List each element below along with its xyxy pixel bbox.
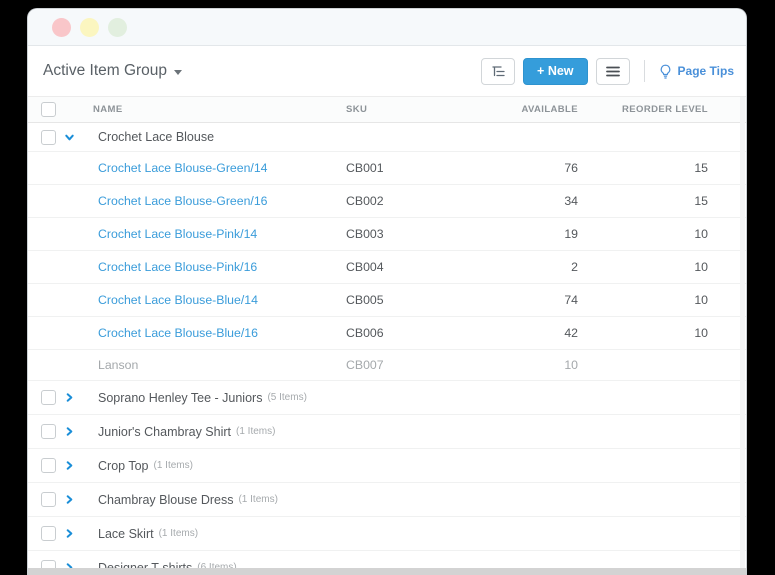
- sku-cell: CB004: [346, 260, 384, 274]
- available-cell: 19: [564, 227, 578, 241]
- row-checkbox[interactable]: [41, 458, 56, 473]
- sku-cell: CB002: [346, 194, 384, 208]
- item-variant-link[interactable]: Crochet Lace Blouse-Blue/16: [98, 326, 258, 340]
- item-variant-row[interactable]: Crochet Lace Blouse-Pink/14 CB003 19 10: [28, 218, 746, 251]
- column-header-sku[interactable]: SKU: [346, 104, 463, 115]
- item-variant-row[interactable]: Crochet Lace Blouse-Blue/16 CB006 42 10: [28, 317, 746, 350]
- item-variant-link[interactable]: Crochet Lace Blouse-Green/14: [98, 161, 268, 175]
- group-name[interactable]: Soprano Henley Tee - Juniors: [98, 391, 262, 405]
- available-cell: 2: [571, 260, 578, 274]
- chevron-down-icon[interactable]: [64, 132, 75, 143]
- group-name[interactable]: Crop Top: [98, 459, 149, 473]
- available-cell: 76: [564, 161, 578, 175]
- available-cell: 34: [564, 194, 578, 208]
- window-close-button[interactable]: [52, 18, 71, 37]
- page-tips-link[interactable]: Page Tips: [659, 64, 734, 79]
- sku-cell: CB005: [346, 293, 384, 307]
- tree-outline-icon: [491, 65, 506, 78]
- select-all-checkbox[interactable]: [41, 102, 56, 117]
- group-item-count: (1 Items): [236, 426, 275, 437]
- chevron-right-icon[interactable]: [64, 426, 75, 437]
- toolbar-divider: [644, 60, 645, 82]
- group-item-count: (1 Items): [154, 460, 193, 471]
- item-variant-row[interactable]: Crochet Lace Blouse-Green/14 CB001 76 15: [28, 152, 746, 185]
- list-view-menu-button[interactable]: [596, 58, 630, 85]
- sku-cell: CB006: [346, 326, 384, 340]
- page-title-dropdown[interactable]: Active Item Group: [43, 62, 182, 80]
- group-item-count: (1 Items): [159, 528, 198, 539]
- item-variant-link[interactable]: Crochet Lace Blouse-Pink/14: [98, 227, 257, 241]
- item-variant-link[interactable]: Crochet Lace Blouse-Pink/16: [98, 260, 257, 274]
- column-header-available[interactable]: AVAILABLE: [463, 104, 578, 115]
- group-name[interactable]: Lace Skirt: [98, 527, 154, 541]
- page-tips-label: Page Tips: [678, 64, 734, 78]
- page-toolbar: Active Item Group + New: [28, 46, 746, 96]
- chevron-right-icon[interactable]: [64, 460, 75, 471]
- row-checkbox[interactable]: [41, 492, 56, 507]
- column-header-reorder-level[interactable]: REORDER LEVEL: [578, 104, 746, 115]
- group-name[interactable]: Chambray Blouse Dress: [98, 493, 233, 507]
- item-variant-row[interactable]: Crochet Lace Blouse-Pink/16 CB004 2 10: [28, 251, 746, 284]
- group-item-count: (1 Items): [238, 494, 277, 505]
- sku-cell: CB001: [346, 161, 384, 175]
- sku-cell: CB003: [346, 227, 384, 241]
- new-button[interactable]: + New: [523, 58, 587, 85]
- reorder-level-cell: 10: [694, 227, 708, 241]
- item-name: Lanson: [98, 358, 138, 372]
- chevron-right-icon[interactable]: [64, 494, 75, 505]
- item-group-list: Crochet Lace Blouse Crochet Lace Blouse-G…: [28, 123, 746, 575]
- item-group-row-collapsed[interactable]: Soprano Henley Tee - Juniors (5 Items): [28, 381, 746, 415]
- item-group-row-collapsed[interactable]: Junior's Chambray Shirt (1 Items): [28, 415, 746, 449]
- available-cell: 74: [564, 293, 578, 307]
- row-checkbox[interactable]: [41, 526, 56, 541]
- chevron-right-icon[interactable]: [64, 528, 75, 539]
- row-checkbox[interactable]: [41, 390, 56, 405]
- window-minimize-button[interactable]: [80, 18, 99, 37]
- window-titlebar: [28, 9, 746, 46]
- hamburger-icon: [606, 66, 620, 77]
- group-name[interactable]: Crochet Lace Blouse: [98, 130, 214, 144]
- item-variant-row[interactable]: Crochet Lace Blouse-Green/16 CB002 34 15: [28, 185, 746, 218]
- reorder-level-cell: 15: [694, 161, 708, 175]
- available-cell: 10: [564, 358, 578, 372]
- reorder-level-cell: 15: [694, 194, 708, 208]
- item-variant-row-inactive[interactable]: Lanson CB007 10: [28, 350, 746, 381]
- item-variant-link[interactable]: Crochet Lace Blouse-Green/16: [98, 194, 268, 208]
- chevron-down-icon: [174, 70, 182, 75]
- app-window: Active Item Group + New: [27, 8, 747, 575]
- row-checkbox[interactable]: [41, 130, 56, 145]
- horizontal-scrollbar[interactable]: [28, 568, 746, 575]
- item-group-row-collapsed[interactable]: Chambray Blouse Dress (1 Items): [28, 483, 746, 517]
- table-header-row: NAME SKU AVAILABLE REORDER LEVEL: [28, 96, 746, 123]
- reorder-level-cell: 10: [694, 260, 708, 274]
- item-group-row-expanded[interactable]: Crochet Lace Blouse: [28, 123, 746, 152]
- window-maximize-button[interactable]: [108, 18, 127, 37]
- reorder-level-cell: 10: [694, 293, 708, 307]
- group-item-count: (5 Items): [267, 392, 306, 403]
- group-name[interactable]: Junior's Chambray Shirt: [98, 425, 231, 439]
- desktop-background: { "window": { "traffic_lights": [ {"name…: [0, 0, 775, 575]
- toolbar-actions: + New Page Tips: [481, 58, 734, 85]
- available-cell: 42: [564, 326, 578, 340]
- item-group-row-collapsed[interactable]: Lace Skirt (1 Items): [28, 517, 746, 551]
- sku-cell: CB007: [346, 358, 384, 372]
- row-checkbox[interactable]: [41, 424, 56, 439]
- item-variant-link[interactable]: Crochet Lace Blouse-Blue/14: [98, 293, 258, 307]
- collapse-all-button[interactable]: [481, 58, 515, 85]
- item-variant-row[interactable]: Crochet Lace Blouse-Blue/14 CB005 74 10: [28, 284, 746, 317]
- chevron-right-icon[interactable]: [64, 392, 75, 403]
- new-button-label: + New: [537, 64, 573, 78]
- scrollbar-track[interactable]: [740, 97, 745, 568]
- item-group-row-collapsed[interactable]: Crop Top (1 Items): [28, 449, 746, 483]
- lightbulb-icon: [659, 64, 672, 79]
- column-header-name[interactable]: NAME: [91, 104, 346, 115]
- reorder-level-cell: 10: [694, 326, 708, 340]
- page-title: Active Item Group: [43, 62, 167, 80]
